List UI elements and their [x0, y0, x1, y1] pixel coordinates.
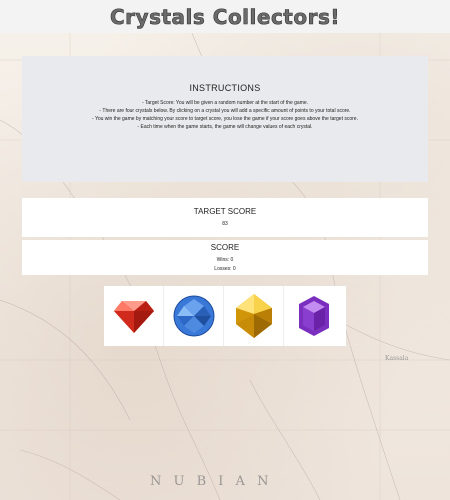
red-crystal-icon — [113, 301, 154, 333]
score-panel: SCORE Wins: 0 Losses: 0 — [22, 240, 428, 275]
map-label-right: Kassala — [385, 355, 409, 362]
instruction-line: - You win the game by matching your scor… — [92, 116, 358, 122]
instructions-panel: INSTRUCTIONS - Target Score: You will be… — [22, 56, 428, 182]
target-score-value: 83 — [222, 221, 228, 227]
score-label: SCORE — [210, 243, 240, 252]
instruction-line: - Target Score: You will be given a rand… — [141, 100, 309, 106]
crystal-row — [104, 286, 346, 346]
yellow-crystal-button[interactable] — [224, 286, 284, 346]
target-score-panel: TARGET SCORE 83 — [22, 198, 428, 237]
header-bar: Crystals Collectors! — [0, 0, 450, 33]
instruction-line: - There are four crystals below. By clic… — [99, 108, 351, 114]
red-crystal-button[interactable] — [104, 286, 164, 346]
blue-crystal-icon — [173, 295, 214, 337]
blue-crystal-button[interactable] — [164, 286, 224, 346]
wins-count: Wins: 0 — [216, 257, 234, 263]
instruction-line: - Each time when the game starts, the ga… — [137, 124, 313, 130]
losses-count: Losses: 0 — [214, 266, 236, 272]
yellow-crystal-icon — [235, 294, 272, 338]
page-title: Crystals Collectors! — [110, 4, 340, 29]
purple-crystal-icon — [299, 296, 329, 336]
map-label-bottom: N U B I A N — [150, 474, 272, 489]
instructions-heading: INSTRUCTIONS — [189, 83, 261, 93]
purple-crystal-button[interactable] — [284, 286, 344, 346]
target-score-label: TARGET SCORE — [193, 207, 257, 216]
